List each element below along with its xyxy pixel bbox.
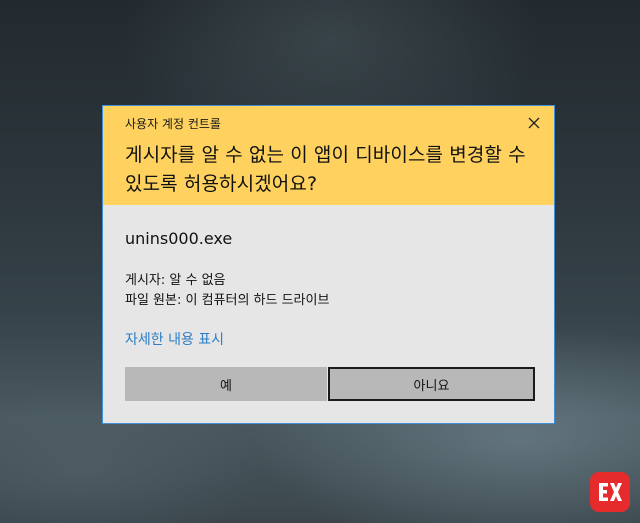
uac-dialog: 사용자 계정 컨트롤 게시자를 알 수 없는 이 앱이 디바이스를 변경할 수 … (102, 105, 555, 424)
publisher-info: 게시자: 알 수 없음 (125, 273, 226, 288)
brand-logo-glyph (599, 483, 622, 501)
close-icon (528, 117, 540, 129)
dialog-question: 게시자를 알 수 없는 이 앱이 디바이스를 변경할 수 있도록 허용하시겠어요… (125, 144, 526, 195)
dialog-caption: 사용자 계정 컨트롤 (125, 117, 221, 131)
file-origin-info: 파일 원본: 이 컴퓨터의 하드 드라이브 (125, 293, 330, 308)
dialog-header: 사용자 계정 컨트롤 게시자를 알 수 없는 이 앱이 디바이스를 변경할 수 … (103, 106, 554, 205)
app-name: unins000.exe (125, 229, 233, 248)
brand-logo-icon (590, 472, 630, 512)
show-details-link[interactable]: 자세한 내용 표시 (125, 329, 224, 349)
no-button[interactable]: 아니요 (328, 367, 535, 401)
close-button[interactable] (522, 112, 546, 134)
yes-button[interactable]: 예 (125, 367, 327, 401)
